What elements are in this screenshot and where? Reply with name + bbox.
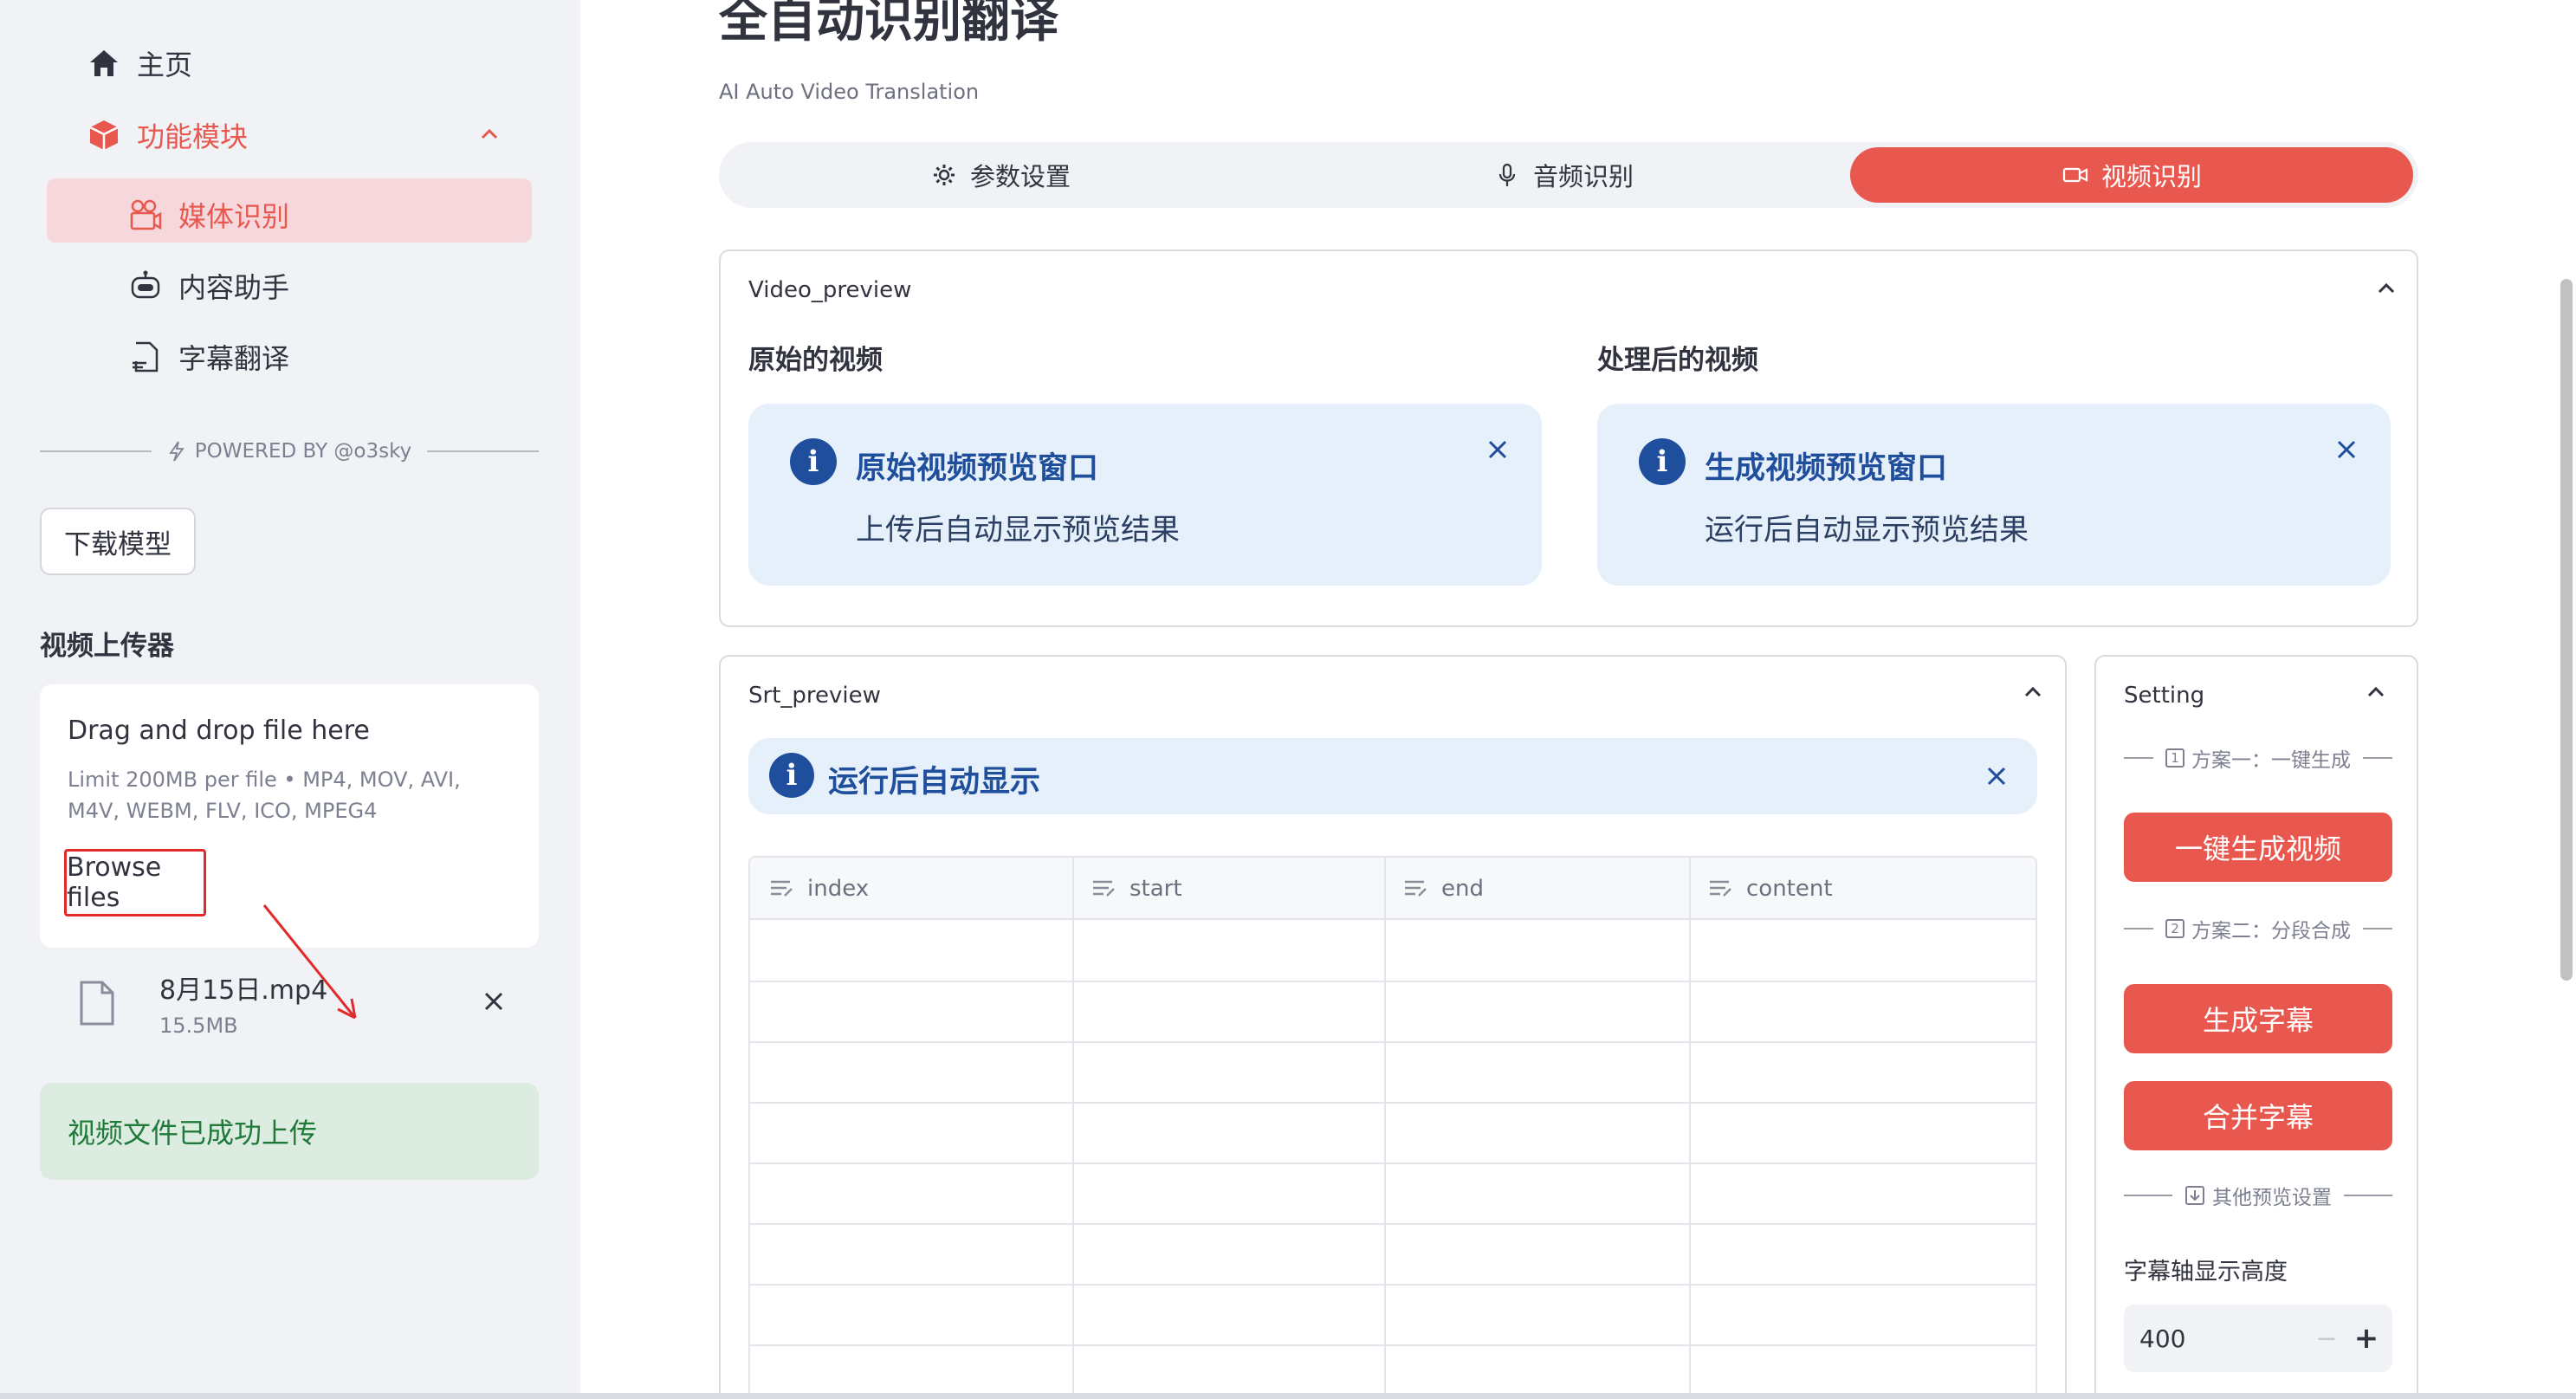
gear-icon: [930, 161, 958, 189]
chevron-up-icon[interactable]: [2373, 275, 2399, 301]
table-header: index start end content: [750, 858, 2036, 920]
nav-assistant-label: 内容助手: [178, 271, 290, 304]
text-column-icon: [1093, 880, 1115, 897]
tab-video-label: 视频识别: [2100, 162, 2202, 191]
video-preview-panel: Video_preview 原始的视频 处理后的视频 i 原始视频预览窗口 上传…: [719, 249, 2418, 627]
srt-table[interactable]: index start end content: [748, 856, 2037, 1399]
text-column-icon: [1710, 880, 1731, 897]
tab-parameters[interactable]: 参数设置: [719, 147, 1282, 203]
info-icon: i: [769, 753, 814, 798]
nav-subtitle[interactable]: 字幕翻译: [128, 337, 289, 377]
increment-button[interactable]: +: [2349, 1305, 2384, 1372]
number-one-icon: 1: [2165, 748, 2184, 768]
nav-home-label: 主页: [137, 49, 193, 81]
uploader-title: 视频上传器: [40, 631, 174, 662]
chevron-up-icon[interactable]: [2363, 679, 2389, 705]
original-video-info: i 原始视频预览窗口 上传后自动显示预览结果: [748, 404, 1542, 586]
tab-audio[interactable]: 音频识别: [1282, 147, 1845, 203]
chevron-up-icon[interactable]: [476, 121, 502, 147]
powered-by: POWERED BY @o3sky: [40, 436, 539, 467]
processed-video-info: i 生成视频预览窗口 运行后自动显示预览结果: [1597, 404, 2391, 586]
page-subtitle: AI Auto Video Translation: [719, 80, 980, 104]
microphone-icon: [1493, 161, 1521, 189]
one-click-generate-button[interactable]: 一键生成视频: [2124, 813, 2392, 882]
upload-success-alert: 视频文件已成功上传: [40, 1083, 539, 1180]
plan2-divider: 2 方案二：分段合成: [2124, 914, 2392, 943]
setting-panel: Setting 1 方案一：一键生成 一键生成视频 2 方案二：分段合成 生成字幕 …: [2094, 655, 2418, 1399]
dropzone-limit: Limit 200MB per file • MP4, MOV, AVI, M4…: [68, 768, 461, 823]
srt-preview-panel: Srt_preview i 运行后自动显示 index start end co…: [719, 655, 2067, 1399]
other-settings-divider: 其他预览设置: [2124, 1181, 2392, 1210]
divider: [427, 450, 539, 452]
plan1-divider: 1 方案一：一键生成: [2124, 743, 2392, 773]
bottom-edge: [0, 1393, 2576, 1399]
page-scrollbar[interactable]: [2560, 279, 2573, 981]
video-camera-icon: [2061, 161, 2089, 189]
divider: [40, 450, 152, 452]
original-info-title: 原始视频预览窗口: [856, 451, 1099, 486]
video-preview-label: Video_preview: [748, 277, 912, 303]
nav-modules[interactable]: 功能模块: [87, 115, 248, 155]
powered-by-text: POWERED BY @o3sky: [194, 440, 412, 463]
page-title: 全自动识别翻译: [719, 0, 1058, 49]
generate-subtitle-button[interactable]: 生成字幕: [2124, 984, 2392, 1053]
home-icon: [87, 46, 121, 81]
srt-info: i 运行后自动显示: [748, 738, 2037, 814]
download-model-button[interactable]: 下载模型: [40, 508, 196, 575]
processed-info-title: 生成视频预览窗口: [1705, 451, 1948, 486]
merge-subtitle-button[interactable]: 合并字幕: [2124, 1081, 2392, 1150]
nav-subtitle-label: 字幕翻译: [178, 342, 290, 375]
processed-video-heading: 处理后的视频: [1597, 345, 1758, 376]
close-icon[interactable]: [1984, 763, 2010, 789]
file-size: 15.5MB: [159, 1014, 238, 1038]
nav-media-label: 媒体识别: [178, 200, 290, 233]
srt-preview-label: Srt_preview: [748, 683, 881, 709]
text-column-icon: [1405, 880, 1427, 897]
nav-media[interactable]: 媒体识别: [128, 195, 289, 235]
column-header-content[interactable]: content: [1689, 858, 2036, 920]
nav-assistant[interactable]: 内容助手: [128, 266, 289, 306]
decrement-button[interactable]: −: [2309, 1305, 2344, 1372]
subtitle-height-label: 字幕轴显示高度: [2124, 1259, 2288, 1286]
close-icon[interactable]: [1485, 437, 1511, 463]
info-icon: i: [790, 438, 837, 485]
chevron-up-icon[interactable]: [2020, 679, 2046, 705]
tab-parameters-label: 参数设置: [969, 162, 1071, 191]
lightning-icon: [169, 441, 184, 462]
setting-label: Setting: [2124, 683, 2205, 709]
tab-audio-label: 音频识别: [1532, 162, 1634, 191]
close-icon[interactable]: [2333, 437, 2359, 463]
nav-home[interactable]: 主页: [87, 43, 192, 83]
nav-modules-label: 功能模块: [137, 120, 249, 153]
remove-file-icon[interactable]: [478, 986, 509, 1017]
file-icon: [80, 981, 114, 1026]
file-name: 8月15日.mp4: [159, 975, 328, 1006]
document-icon: [128, 340, 163, 374]
media-icon: [128, 198, 163, 232]
cube-icon: [87, 118, 121, 152]
column-header-end[interactable]: end: [1384, 858, 1689, 920]
browse-files-button[interactable]: Browse files: [64, 849, 206, 916]
original-info-desc: 上传后自动显示预览结果: [856, 513, 1180, 547]
robot-icon: [128, 269, 163, 303]
text-column-icon: [771, 880, 793, 897]
number-two-icon: 2: [2165, 919, 2184, 938]
subtitle-height-value[interactable]: 400: [2139, 1305, 2185, 1372]
info-icon: i: [1639, 438, 1686, 485]
srt-info-title: 运行后自动显示: [828, 765, 1041, 800]
subtitle-height-input[interactable]: 400 − +: [2124, 1305, 2392, 1372]
sidebar: 主页 功能模块 媒体识别 内容助手 字幕翻译 POWERED BY @o3sky: [0, 0, 580, 1399]
download-box-icon: [2185, 1186, 2204, 1205]
column-header-start[interactable]: start: [1072, 858, 1384, 920]
processed-info-desc: 运行后自动显示预览结果: [1705, 513, 2029, 547]
uploaded-file: 8月15日.mp4 15.5MB: [40, 962, 539, 1045]
tab-video[interactable]: 视频识别: [1850, 147, 2413, 203]
dropzone-title: Drag and drop file here: [68, 716, 370, 746]
tab-bar: 参数设置 音频识别 视频识别: [719, 142, 2418, 208]
original-video-heading: 原始的视频: [748, 345, 883, 376]
column-header-index[interactable]: index: [750, 858, 1072, 920]
upload-success-text: 视频文件已成功上传: [68, 1117, 318, 1150]
